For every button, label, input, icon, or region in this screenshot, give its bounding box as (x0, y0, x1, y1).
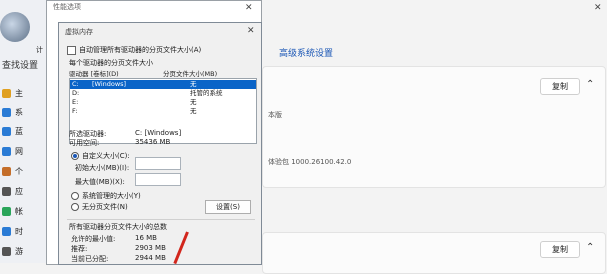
avatar[interactable] (0, 12, 30, 42)
sidebar-item-apps[interactable]: 应 (2, 186, 23, 197)
system-icon (2, 108, 11, 117)
sidebar-item-system[interactable]: 系 (2, 107, 23, 118)
sidebar-item-label: 个 (15, 167, 23, 176)
tab-computer-name[interactable]: 计 (36, 45, 43, 55)
chevron-up-icon[interactable]: ⌃ (586, 242, 594, 253)
custom-size-radio[interactable]: 自定义大小(C): (71, 151, 130, 161)
sidebar-item-label: 网 (15, 147, 23, 156)
close-icon[interactable]: ✕ (594, 3, 602, 13)
system-managed-radio[interactable]: 系统管理的大小(Y) (71, 191, 141, 201)
no-paging-file-radio[interactable]: 无分页文件(N) (71, 202, 128, 212)
sidebar-item-network[interactable]: 网 (2, 146, 23, 157)
chevron-up-icon[interactable]: ⌃ (586, 79, 594, 90)
drive-letter: D: (72, 89, 80, 97)
radio-icon[interactable] (71, 192, 79, 200)
max-size-input[interactable] (135, 173, 181, 186)
dialog-title: 虚拟内存 (65, 28, 93, 36)
selected-drive-value: C: [Windows] (135, 129, 182, 137)
radio-label: 系统管理的大小(Y) (82, 192, 141, 200)
drive-size: 无 (190, 98, 197, 106)
list-item[interactable]: F: 无 (70, 107, 256, 116)
version-text: 本版 (268, 111, 282, 119)
list-item[interactable]: C: [Windows] 无 (70, 80, 256, 89)
current-allocated-value: 2944 MB (135, 254, 166, 262)
radio-selected-icon[interactable] (71, 152, 79, 160)
drive-label: [Windows] (92, 80, 127, 88)
sidebar-item-label: 蓝 (15, 127, 23, 136)
drive-size: 无 (190, 107, 197, 115)
radio-icon[interactable] (71, 203, 79, 211)
checkbox-label: 自动管理所有驱动器的分页文件大小(A) (79, 46, 202, 54)
sidebar-item-personalization[interactable]: 个 (2, 166, 23, 177)
col-size-header: 分页文件大小(MB) (163, 70, 218, 78)
build-text: 体验包 1000.26100.42.0 (268, 158, 352, 166)
list-item[interactable]: E: 无 (70, 98, 256, 107)
close-icon[interactable]: ✕ (247, 26, 255, 36)
recommended-label: 推荐: (71, 245, 88, 253)
bluetooth-icon (2, 127, 11, 136)
copy-button[interactable]: 复制 (540, 78, 580, 95)
available-space-label: 可用空间: (69, 139, 100, 147)
recommended-value: 2903 MB (135, 244, 166, 252)
account-icon (2, 207, 11, 216)
available-space-value: 35436 MB (135, 138, 171, 146)
settings-sidebar: 查找设置 主 系 蓝 网 个 应 帐 时 游 (0, 0, 46, 263)
set-button[interactable]: 设置(S) (205, 200, 251, 214)
drive-size: 托管的系统 (190, 89, 223, 97)
list-item[interactable]: D: 托管的系统 (70, 89, 256, 98)
min-allowed-value: 16 MB (135, 234, 157, 242)
radio-label: 无分页文件(N) (82, 203, 128, 211)
sidebar-item-home[interactable]: 主 (2, 88, 23, 99)
sidebar-item-gaming[interactable]: 游 (2, 246, 23, 257)
sidebar-item-label: 时 (15, 227, 23, 236)
max-size-label: 最大值(MB)(X): (75, 178, 125, 186)
total-paging-title: 所有驱动器分页文件大小的总数 (69, 223, 167, 231)
radio-label: 自定义大小(C): (82, 152, 130, 160)
copy-button-2[interactable]: 复制 (540, 241, 580, 258)
sidebar-item-bluetooth[interactable]: 蓝 (2, 126, 23, 137)
drive-letter: F: (72, 107, 78, 115)
network-icon (2, 147, 11, 156)
per-drive-label: 每个驱动器的分页文件大小 (69, 59, 153, 67)
col-drive-header: 驱动器 [卷标](D) (69, 70, 119, 78)
advanced-system-settings-link[interactable]: 高级系统设置 (279, 46, 333, 59)
apps-icon (2, 187, 11, 196)
gaming-icon (2, 247, 11, 256)
min-allowed-label: 允许的最小值: (71, 235, 116, 243)
drive-letter: E: (72, 98, 79, 106)
virtual-memory-dialog: 虚拟内存 ✕ 自动管理所有驱动器的分页文件大小(A) 每个驱动器的分页文件大小 … (58, 22, 262, 265)
personalize-icon (2, 167, 11, 176)
checkbox-box[interactable] (67, 45, 76, 55)
home-icon (2, 89, 11, 98)
time-icon (2, 227, 11, 236)
auto-manage-checkbox[interactable]: 自动管理所有驱动器的分页文件大小(A) (67, 45, 201, 55)
initial-size-label: 初始大小(MB)(I): (75, 164, 130, 172)
dialog-title: 性能选项 (47, 1, 261, 15)
sidebar-item-label: 帐 (15, 207, 23, 216)
sidebar-item-label: 应 (15, 187, 23, 196)
search-settings-box[interactable]: 查找设置 (2, 58, 38, 71)
drive-letter: C: (72, 80, 79, 88)
sidebar-item-label: 主 (15, 89, 23, 98)
sidebar-item-accounts[interactable]: 帐 (2, 206, 23, 217)
sidebar-item-label: 游 (15, 247, 23, 256)
drive-size: 无 (190, 80, 197, 88)
initial-size-input[interactable] (135, 157, 181, 170)
sidebar-item-label: 系 (15, 108, 23, 117)
sidebar-item-time[interactable]: 时 (2, 226, 23, 237)
close-icon[interactable]: ✕ (245, 3, 253, 13)
